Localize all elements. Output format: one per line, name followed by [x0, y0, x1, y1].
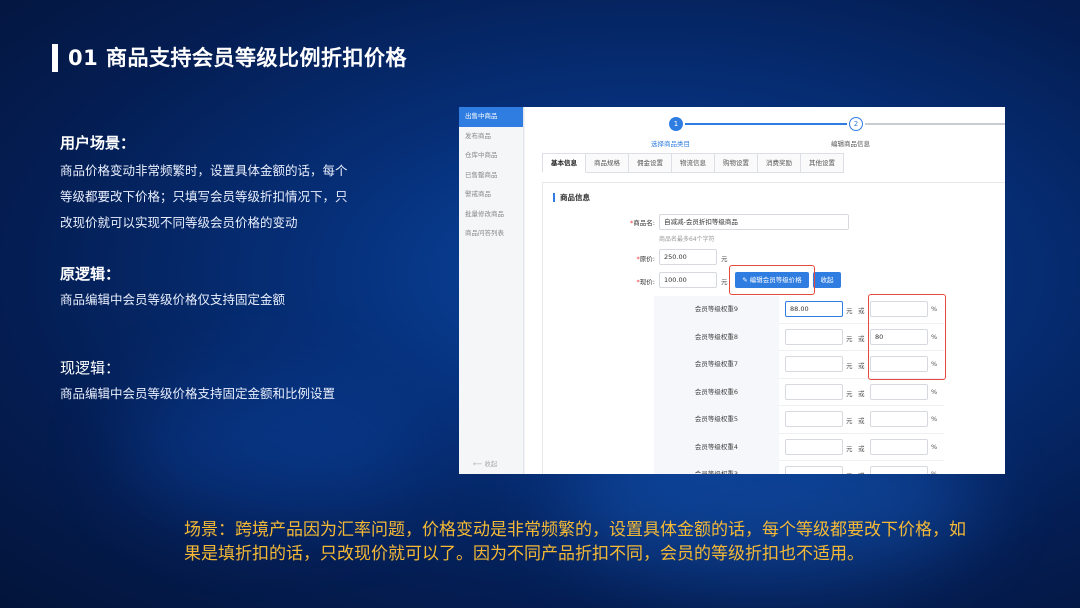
or-label: 或: [858, 362, 865, 370]
step-2-circle: 2: [849, 117, 863, 131]
or-label: 或: [858, 334, 865, 343]
highlight-percent-column: [868, 294, 946, 380]
level-percent-input[interactable]: [870, 466, 928, 474]
name-label: *商品名:: [630, 219, 655, 227]
or-label: 或: [858, 389, 865, 398]
new-logic-body: 商品编辑中会员等级价格支持固定金额和比例设置: [60, 386, 336, 401]
sidebar-item-on-sale[interactable]: 出售中商品: [459, 107, 523, 127]
percent-sign: %: [931, 387, 938, 396]
product-name-input[interactable]: 自减减-会员折扣等级商品: [659, 214, 849, 230]
level-percent-input[interactable]: [870, 411, 928, 427]
sidebar: 出售中商品 发布商品 仓库中商品 已售罄商品 警戒商品 批量修改商品 商品问答列…: [459, 107, 524, 474]
tab-shopping[interactable]: 购物设置: [715, 153, 758, 173]
level-name: 会员等级权重9: [654, 296, 779, 324]
name-hint: 商品名最多64个字符: [659, 236, 715, 243]
level-percent-input[interactable]: [870, 383, 928, 400]
or-label: 或: [858, 470, 865, 474]
arrow-left-icon: ⟵: [473, 460, 483, 468]
or-label: 或: [858, 444, 865, 453]
sidebar-collapse-label: 收起: [484, 460, 498, 468]
yuan-unit: 元: [846, 362, 853, 370]
tab-other[interactable]: 其他设置: [801, 153, 844, 173]
product-info-panel: 商品信息 *商品名: 自减减-会员折扣等级商品 商品名最多64个字符 *原价: …: [542, 182, 1005, 474]
yuan-unit: 元: [846, 307, 853, 315]
tab-spec[interactable]: 商品规格: [586, 153, 629, 173]
level-amount-input[interactable]: [785, 466, 843, 474]
yuan-unit: 元: [846, 417, 853, 425]
table-row: 会员等级权重6 元 或 %: [654, 378, 944, 406]
level-percent-input[interactable]: [870, 438, 928, 455]
yuan-unit: 元: [846, 334, 853, 343]
old-logic-body: 商品编辑中会员等级价格仅支持固定金额: [60, 292, 286, 307]
scene-heading: 用户场景：: [60, 134, 136, 152]
level-name: 会员等级权重8: [654, 323, 779, 351]
percent-sign: %: [931, 415, 938, 423]
yuan-unit: 元: [846, 444, 853, 453]
bottom-caption: 场景：跨境产品因为汇率问题，价格变动是非常频繁的，设置具体金额的话，每个等级都要…: [184, 520, 966, 564]
level-amount-input[interactable]: [785, 438, 843, 455]
level-name: 会员等级权重4: [654, 433, 779, 461]
product-editor-screenshot: 出售中商品 发布商品 仓库中商品 已售罄商品 警戒商品 批量修改商品 商品问答列…: [459, 107, 1005, 474]
collapse-button[interactable]: 收起: [813, 272, 841, 288]
yuan-unit: 元: [846, 470, 853, 474]
tab-logistics[interactable]: 物流信息: [672, 153, 715, 173]
table-row: 会员等级权重3 元 或 %: [654, 461, 944, 474]
highlight-edit-button: [729, 265, 815, 295]
step-1-circle: 1: [669, 117, 683, 131]
yuan-unit: 元: [721, 255, 728, 263]
current-price-label: *现价:: [636, 278, 655, 286]
level-amount-input[interactable]: [785, 356, 843, 372]
level-amount-input[interactable]: [785, 383, 843, 400]
sidebar-item-publish[interactable]: 发布商品: [459, 127, 523, 147]
step-indicator: 1 2 选择商品类目 编辑商品信息: [525, 107, 1005, 151]
yuan-unit: 元: [721, 278, 728, 286]
step-1-label: 选择商品类目: [651, 140, 690, 148]
percent-sign: %: [931, 442, 938, 451]
main-area: 1 2 选择商品类目 编辑商品信息 基本信息 商品规格 佣金设置 物流信息 购物…: [525, 107, 1005, 474]
sidebar-collapse[interactable]: ⟵ 收起: [473, 458, 497, 468]
step-2-label: 编辑商品信息: [831, 140, 870, 148]
new-logic-heading: 现逻辑：: [60, 359, 121, 377]
level-amount-input[interactable]: 88.00: [785, 301, 843, 317]
level-name: 会员等级权重7: [654, 351, 779, 379]
table-row: 会员等级权重5 元 或 %: [654, 406, 944, 434]
title-accent-bar: [52, 44, 58, 72]
tab-rewards[interactable]: 消费奖励: [758, 153, 801, 173]
level-name: 会员等级权重3: [654, 461, 779, 474]
sidebar-item-sold-out[interactable]: 已售罄商品: [459, 166, 523, 186]
yuan-unit: 元: [846, 389, 853, 398]
old-logic-heading: 原逻辑：: [60, 265, 121, 283]
level-name: 会员等级权重5: [654, 406, 779, 434]
level-amount-input[interactable]: [785, 328, 843, 345]
tab-commission[interactable]: 佣金设置: [629, 153, 672, 173]
sidebar-item-warehouse[interactable]: 仓库中商品: [459, 146, 523, 166]
or-label: 或: [858, 307, 865, 315]
level-name: 会员等级权重6: [654, 378, 779, 406]
panel-title: 商品信息: [553, 193, 590, 202]
table-row: 会员等级权重4 元 或 %: [654, 433, 944, 461]
level-amount-input[interactable]: [785, 411, 843, 427]
sidebar-item-alert[interactable]: 警戒商品: [459, 185, 523, 205]
tab-bar: 基本信息 商品规格 佣金设置 物流信息 购物设置 消费奖励 其他设置: [542, 153, 844, 173]
sidebar-item-qa[interactable]: 商品问答列表: [459, 224, 523, 244]
or-label: 或: [858, 417, 865, 425]
tab-basic-info[interactable]: 基本信息: [542, 153, 586, 173]
sidebar-item-batch-edit[interactable]: 批量修改商品: [459, 205, 523, 225]
original-price-label: *原价:: [636, 255, 655, 263]
current-price-input[interactable]: 100.00: [659, 272, 717, 288]
scene-body: 商品价格变动非常频繁时，设置具体金额的话，每个等级都要改下价格；只填写会员等级折…: [60, 163, 348, 230]
percent-sign: %: [931, 470, 938, 474]
original-price-input[interactable]: 250.00: [659, 249, 717, 265]
slide-title: 01 商品支持会员等级比例折扣价格: [68, 46, 408, 70]
step-line-pending: [865, 123, 1005, 125]
step-line-done: [685, 123, 847, 125]
